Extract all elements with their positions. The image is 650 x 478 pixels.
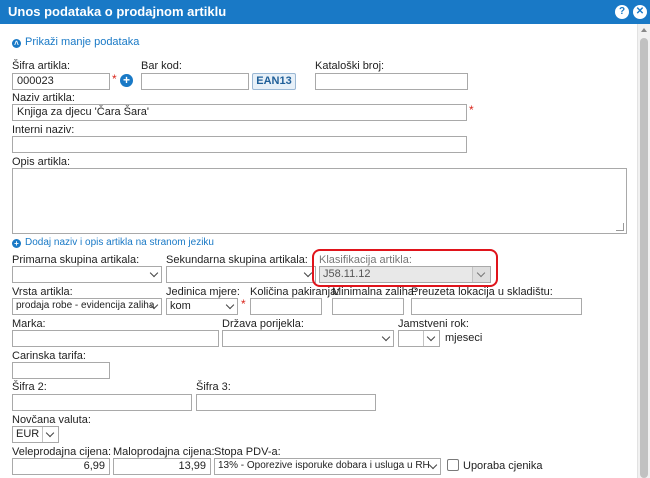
primarna-label: Primarna skupina artikala:: [12, 254, 140, 266]
chevron-down-icon: [149, 268, 159, 278]
vrsta-select[interactable]: prodaja robe - evidencija zaliha: [12, 298, 162, 315]
chevron-down-icon: [225, 300, 235, 310]
vrsta-value: prodaja robe - evidencija zaliha: [16, 300, 155, 311]
foreign-language-link[interactable]: + Dodaj naziv i opis artikla na stranom j…: [12, 237, 214, 248]
ean13-button[interactable]: EAN13: [252, 73, 296, 90]
chevron-down-icon: [428, 460, 438, 470]
katalog-label: Kataloški broj:: [315, 60, 385, 72]
minzaliha-label: Minimalna zaliha:: [332, 286, 417, 298]
toggle-details-label: Prikaži manje podataka: [25, 36, 140, 48]
mpc-input[interactable]: 13,99: [113, 458, 211, 475]
resize-grip-icon[interactable]: [616, 223, 624, 231]
klasifikacija-value: J58.11.12: [323, 268, 371, 280]
vrsta-label: Vrsta artikla:: [12, 286, 73, 298]
minzaliha-input[interactable]: [332, 298, 404, 315]
chevron-down-icon: [303, 268, 313, 278]
sifra-label: Šifra artikla:: [12, 60, 71, 72]
valuta-dropdown-button[interactable]: [42, 427, 58, 442]
mpc-label: Maloprodajna cijena:: [113, 446, 215, 458]
carinska-label: Carinska tarifa:: [12, 350, 86, 362]
primarna-select[interactable]: [12, 266, 162, 283]
jamstvo-select[interactable]: [398, 330, 440, 347]
marka-input[interactable]: [12, 330, 219, 347]
klasifikacija-dropdown-button: [472, 267, 490, 282]
vertical-scrollbar[interactable]: [637, 24, 650, 478]
jamstvo-unit: mjeseci: [445, 332, 483, 344]
pdv-label: Stopa PDV-a:: [214, 446, 281, 458]
barkod-label: Bar kod:: [141, 60, 182, 72]
carinska-input[interactable]: [12, 362, 110, 379]
jedinica-select[interactable]: kom: [166, 298, 238, 315]
chevron-down-icon: [381, 332, 391, 342]
drzava-label: Država porijekla:: [222, 318, 304, 330]
opis-textarea[interactable]: [12, 168, 627, 234]
naziv-input[interactable]: Knjiga za djecu 'Čara Šara': [12, 104, 467, 121]
help-icon[interactable]: ?: [615, 5, 629, 19]
chevron-down-icon: [45, 428, 55, 438]
close-icon[interactable]: ✕: [633, 5, 647, 19]
window-titlebar: Unos podataka o prodajnom artiklu ? ✕: [0, 0, 650, 24]
chevron-down-icon: [476, 268, 486, 278]
cjenik-checkbox[interactable]: [447, 459, 459, 471]
jedinica-label: Jedinica mjere:: [166, 286, 240, 298]
toggle-details-link[interactable]: ˄ Prikaži manje podataka: [12, 36, 139, 48]
katalog-input[interactable]: [315, 73, 468, 90]
jamstvo-dropdown-button[interactable]: [423, 331, 439, 346]
sifra-required-mark: *: [112, 72, 117, 86]
lokacija-input[interactable]: [411, 298, 582, 315]
naziv-required-mark: *: [469, 103, 474, 117]
chevron-down-icon: [426, 332, 436, 342]
vpc-input[interactable]: 6,99: [12, 458, 110, 475]
foreign-language-label: Dodaj naziv i opis artikla na stranom je…: [25, 237, 214, 248]
drzava-select[interactable]: [222, 330, 394, 347]
window-title: Unos podataka o prodajnom artiklu: [8, 4, 227, 19]
sifra2-label: Šifra 2:: [12, 381, 47, 393]
klasifikacija-select: J58.11.12: [319, 266, 491, 283]
sifra3-input[interactable]: [196, 394, 376, 411]
marka-label: Marka:: [12, 318, 46, 330]
add-sifra-icon[interactable]: +: [120, 74, 133, 87]
chevron-up-icon: ˄: [12, 39, 21, 48]
naziv-label: Naziv artikla:: [12, 92, 75, 104]
interni-label: Interni naziv:: [12, 124, 75, 136]
pdv-select[interactable]: 13% - Oporezive isporuke dobara i usluga…: [214, 458, 441, 475]
vpc-label: Veleprodajna cijena:: [12, 446, 112, 458]
barkod-input[interactable]: [141, 73, 249, 90]
kolicina-input[interactable]: [250, 298, 322, 315]
sifra2-input[interactable]: [12, 394, 192, 411]
valuta-label: Novčana valuta:: [12, 414, 91, 426]
interni-input[interactable]: [12, 136, 467, 153]
sifra3-label: Šifra 3:: [196, 381, 231, 393]
valuta-value: EUR: [16, 428, 40, 440]
sifra-input[interactable]: 000023: [12, 73, 110, 90]
opis-label: Opis artikla:: [12, 156, 71, 168]
jedinica-value: kom: [170, 300, 191, 312]
jedinica-required-mark: *: [241, 297, 246, 311]
lokacija-label: Preuzeta lokacija u skladištu:: [411, 286, 553, 298]
jamstvo-label: Jamstveni rok:: [398, 318, 469, 330]
klasifikacija-label: Klasifikacija artikla:: [319, 254, 412, 266]
scroll-up-icon[interactable]: [641, 28, 647, 32]
valuta-select[interactable]: EUR: [12, 426, 59, 443]
sekundarna-label: Sekundarna skupina artikala:: [166, 254, 308, 266]
kolicina-label: Količina pakiranja:: [250, 286, 340, 298]
cjenik-label: Uporaba cjenika: [463, 460, 543, 472]
sekundarna-select[interactable]: [166, 266, 316, 283]
scrollbar-thumb[interactable]: [640, 38, 648, 478]
plus-icon: +: [12, 239, 21, 248]
pdv-value: 13% - Oporezive isporuke dobara i usluga…: [218, 460, 430, 471]
